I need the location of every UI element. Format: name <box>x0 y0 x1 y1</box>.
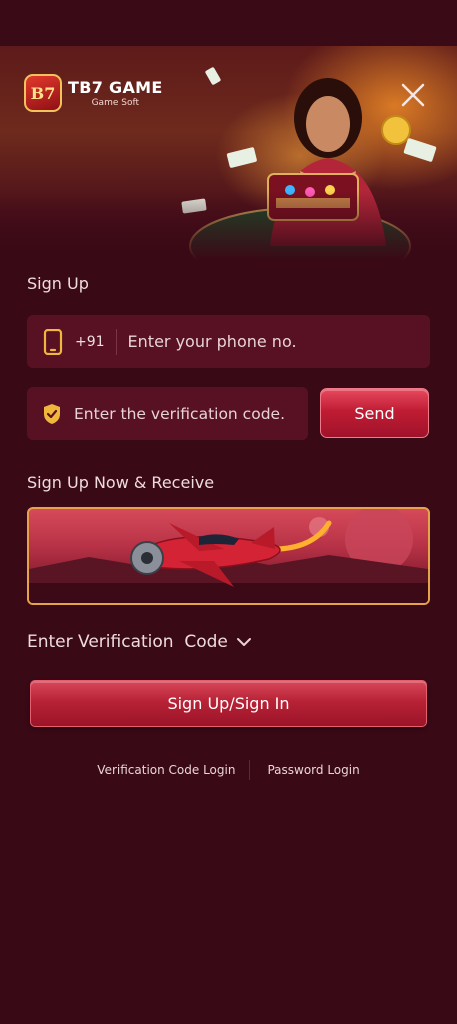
shield-check-icon <box>44 403 60 424</box>
phone-icon <box>43 328 63 355</box>
signup-signin-button[interactable]: Sign Up/Sign In <box>30 680 427 727</box>
hero-banner: B7 TB7 GAME Game Soft <box>0 46 457 260</box>
promo-title: Sign Up Now & Receive <box>27 473 215 492</box>
verification-code-input[interactable] <box>74 404 308 423</box>
phone-field: +91 <box>27 315 430 368</box>
logo-mark: B7 <box>24 74 62 112</box>
verification-code-field <box>27 387 308 440</box>
country-code[interactable]: +91 <box>75 334 105 350</box>
links-divider <box>249 760 251 780</box>
field-divider <box>115 328 117 355</box>
logo-subtitle: Game Soft <box>91 98 139 108</box>
verification-toggle[interactable]: Enter Verification Code <box>27 632 252 652</box>
status-bar <box>0 0 457 46</box>
logo-text: TB7 GAME Game Soft <box>68 78 163 108</box>
signup-title: Sign Up <box>27 274 89 293</box>
verification-toggle-label: Enter Verification Code <box>27 632 228 652</box>
logo-title: TB7 GAME <box>68 78 163 97</box>
app-logo: B7 TB7 GAME Game Soft <box>24 74 163 112</box>
chevron-down-icon <box>236 638 251 646</box>
phone-input[interactable] <box>127 332 430 351</box>
login-options: Verification Code Login Password Login <box>0 760 457 780</box>
password-login-link[interactable]: Password Login <box>267 763 359 777</box>
verification-code-login-link[interactable]: Verification Code Login <box>97 763 235 777</box>
close-button[interactable] <box>398 80 428 110</box>
hero-fade <box>0 190 457 260</box>
send-code-button[interactable]: Send <box>320 388 429 438</box>
close-icon <box>401 83 425 107</box>
promo-banner[interactable] <box>27 507 430 605</box>
airplane-illustration <box>29 509 428 603</box>
signup-page: B7 TB7 GAME Game Soft Sign Up +91 Se <box>0 0 457 1024</box>
